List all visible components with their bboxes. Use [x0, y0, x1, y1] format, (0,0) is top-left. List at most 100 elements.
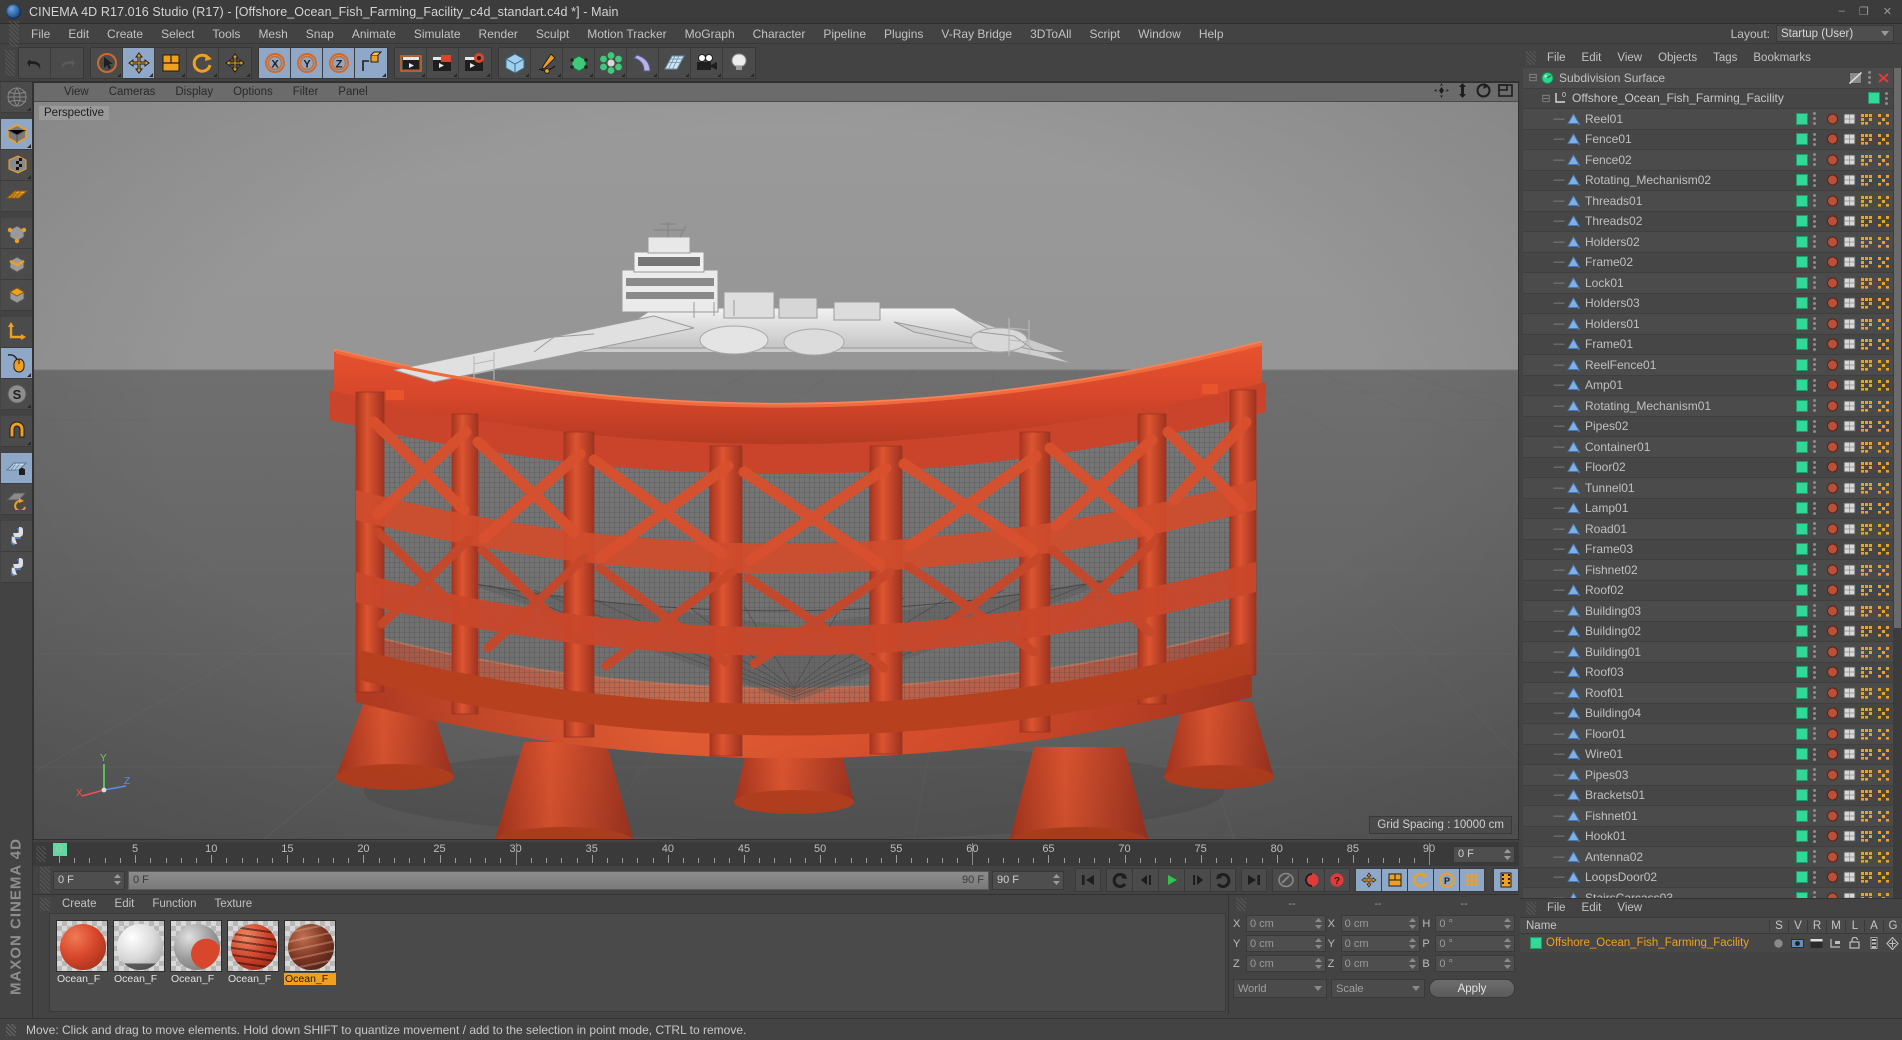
size-z-field[interactable]: 0 cm [1340, 955, 1421, 972]
enabled-toggle[interactable] [1796, 727, 1808, 740]
phong-tag-icon[interactable] [1876, 542, 1891, 556]
tag-dots-icon[interactable] [1810, 768, 1819, 782]
menu-item-3dtoall[interactable]: 3DToAll [1021, 24, 1080, 44]
material-tag-icon[interactable] [1825, 604, 1840, 618]
uvw-tag-icon[interactable] [1842, 173, 1857, 187]
spinner-icon[interactable] [1053, 873, 1060, 885]
menu-item-select[interactable]: Select [152, 24, 203, 44]
phong-tag-icon[interactable] [1876, 317, 1891, 331]
uvw-tag-icon[interactable] [1842, 358, 1857, 372]
material-tag-icon[interactable] [1825, 358, 1840, 372]
size-y-field[interactable]: 0 cm [1340, 935, 1421, 952]
spinner-icon[interactable] [1504, 938, 1512, 949]
rotation-b-field[interactable]: 0 ° [1435, 955, 1516, 972]
object-row[interactable]: — Holders01 [1523, 314, 1893, 335]
phong-tag-icon[interactable] [1876, 583, 1891, 597]
tag-dots-icon[interactable] [1810, 194, 1819, 208]
viewport-solo-button[interactable] [1, 348, 32, 379]
selection-tag-icon[interactable] [1859, 399, 1874, 413]
previous-frame-button[interactable] [1132, 868, 1158, 892]
live-selection-button[interactable] [91, 47, 123, 78]
layer-lock-cell[interactable] [1845, 937, 1864, 949]
uvw-tag-icon[interactable] [1842, 624, 1857, 638]
phong-tag-icon[interactable] [1876, 358, 1891, 372]
phong-tag-icon[interactable] [1876, 132, 1891, 146]
enabled-toggle[interactable] [1796, 809, 1808, 822]
tag-dots-icon[interactable] [1810, 317, 1819, 331]
tag-dots-icon[interactable] [1810, 173, 1819, 187]
selection-tag-icon[interactable] [1859, 112, 1874, 126]
uvw-tag-icon[interactable] [1842, 296, 1857, 310]
enabled-toggle[interactable] [1796, 112, 1808, 125]
material-list[interactable]: Ocean_F Ocean_F Ocean_F Ocean_F Ocean_F [49, 913, 1226, 1012]
go-to-end-button[interactable] [1241, 868, 1267, 892]
enabled-toggle[interactable] [1796, 686, 1808, 699]
selection-tag-icon[interactable] [1859, 132, 1874, 146]
move-tool-button[interactable] [123, 47, 155, 78]
material-swatch[interactable]: Ocean_F [56, 920, 108, 1005]
object-row[interactable]: — Building02 [1523, 621, 1893, 642]
selection-tag-icon[interactable] [1859, 358, 1874, 372]
material-tag-icon[interactable] [1825, 829, 1840, 843]
material-tag-icon[interactable] [1825, 624, 1840, 638]
timeline-grip[interactable] [36, 846, 46, 862]
uvw-tag-icon[interactable] [1842, 686, 1857, 700]
layout-select[interactable]: Startup (User) [1776, 25, 1894, 42]
phong-tag-icon[interactable] [1876, 522, 1891, 536]
enabled-toggle[interactable] [1796, 543, 1808, 556]
object-row[interactable]: — Road01 [1523, 519, 1893, 540]
material-menu-function[interactable]: Function [143, 895, 205, 913]
tag-dots-icon[interactable] [1810, 747, 1819, 761]
material-tag-icon[interactable] [1825, 296, 1840, 310]
tag-dots-icon[interactable] [1810, 563, 1819, 577]
phong-tag-icon[interactable] [1876, 153, 1891, 167]
enabled-toggle[interactable] [1796, 461, 1808, 474]
enabled-toggle[interactable] [1796, 379, 1808, 392]
material-tag-icon[interactable] [1825, 542, 1840, 556]
selection-tag-icon[interactable] [1859, 481, 1874, 495]
selection-tag-icon[interactable] [1859, 542, 1874, 556]
tag-dots-icon[interactable] [1810, 419, 1819, 433]
object-row-root[interactable]: ⊟ Subdivision Surface [1523, 68, 1893, 89]
python-generator-button[interactable] [1, 552, 32, 583]
menu-item-edit[interactable]: Edit [59, 24, 98, 44]
material-tag-icon[interactable] [1825, 276, 1840, 290]
make-editable-button[interactable] [1, 82, 32, 113]
phong-tag-icon[interactable] [1876, 870, 1891, 884]
layer-visible-cell[interactable] [1788, 938, 1807, 949]
keyframe-selection-button[interactable]: ? [1324, 868, 1350, 892]
rotation-key-button[interactable] [1407, 868, 1433, 892]
layer-solo-cell[interactable] [1769, 938, 1788, 949]
uvw-tag-icon[interactable] [1842, 317, 1857, 331]
phong-tag-icon[interactable] [1876, 563, 1891, 577]
material-tag-icon[interactable] [1825, 645, 1840, 659]
minimize-button[interactable]: – [1839, 5, 1845, 18]
phong-tag-icon[interactable] [1876, 768, 1891, 782]
uvw-tag-icon[interactable] [1842, 747, 1857, 761]
phong-tag-icon[interactable] [1876, 624, 1891, 638]
material-tag-icon[interactable] [1825, 399, 1840, 413]
tag-dots-icon[interactable] [1810, 235, 1819, 249]
material-swatch[interactable]: Ocean_F [113, 920, 165, 1005]
enabled-toggle[interactable] [1796, 174, 1808, 187]
enabled-toggle[interactable] [1796, 420, 1808, 433]
phong-tag-icon[interactable] [1876, 829, 1891, 843]
menu-item-simulate[interactable]: Simulate [405, 24, 470, 44]
uvw-tag-icon[interactable] [1842, 112, 1857, 126]
enabled-toggle[interactable] [1796, 133, 1808, 146]
material-tag-icon[interactable] [1825, 788, 1840, 802]
uvw-tag-icon[interactable] [1842, 665, 1857, 679]
uvw-tag-icon[interactable] [1842, 276, 1857, 290]
tag-dots-icon[interactable] [1810, 337, 1819, 351]
viewport-menu-cameras[interactable]: Cameras [99, 83, 166, 102]
python-script-button[interactable] [1, 521, 32, 552]
material-tag-icon[interactable] [1825, 768, 1840, 782]
phong-tag-icon[interactable] [1876, 686, 1891, 700]
uvw-tag-icon[interactable] [1842, 235, 1857, 249]
material-tag-icon[interactable] [1825, 317, 1840, 331]
object-row[interactable]: — Fishnet02 [1523, 560, 1893, 581]
layer-render-cell[interactable] [1807, 938, 1826, 949]
object-row[interactable]: — Building04 [1523, 703, 1893, 724]
tag-dots-icon[interactable] [1810, 276, 1819, 290]
phong-tag-icon[interactable] [1876, 604, 1891, 618]
